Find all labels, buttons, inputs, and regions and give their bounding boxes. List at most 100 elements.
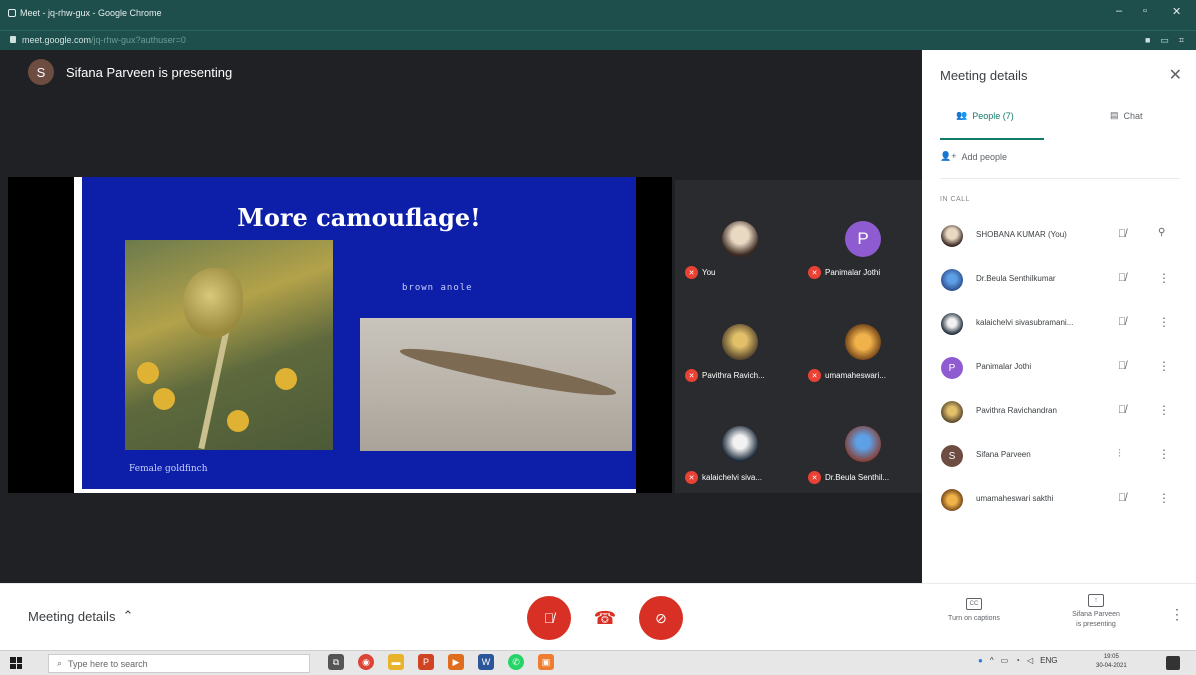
- participant-avatar: [941, 269, 963, 291]
- present-screen-icon: ↑: [1088, 594, 1104, 607]
- add-people-button[interactable]: 👤+ Add people: [940, 151, 1007, 162]
- participant-avatar: [722, 221, 758, 257]
- participant-row[interactable]: S Sifana Parveen ⫶ ⋮: [922, 438, 1196, 478]
- meeting-details-toggle[interactable]: Meeting details ⌃: [28, 608, 133, 624]
- language-indicator[interactable]: ENG: [1040, 656, 1057, 665]
- mic-off-icon: 🎙̸: [1118, 404, 1127, 416]
- url-text[interactable]: meet.google.com/jq-rhw-gux?authuser=0: [22, 35, 186, 45]
- participant-avatar: [722, 324, 758, 360]
- minimize-icon[interactable]: –: [1116, 5, 1122, 17]
- mic-off-icon: 🎙̸: [1118, 492, 1127, 504]
- participant-tile[interactable]: ✕ Pavithra Ravich...: [679, 316, 799, 416]
- participant-avatar: P: [845, 221, 881, 257]
- participant-name: SHOBANA KUMAR (You): [976, 230, 1067, 239]
- chrome-icon[interactable]: ◉: [358, 654, 374, 670]
- captions-button[interactable]: CC Turn on captions: [928, 598, 1020, 622]
- windows-start-icon[interactable]: [10, 657, 22, 669]
- tab-people[interactable]: 👥 People (7): [956, 110, 1014, 121]
- battery-icon[interactable]: ▭: [1001, 656, 1009, 665]
- close-window-icon[interactable]: ✕: [1172, 5, 1181, 18]
- more-options-icon[interactable]: ⋮: [1158, 271, 1170, 285]
- notification-icon[interactable]: [1166, 656, 1180, 670]
- participant-name: Dr.Beula Senthil...: [825, 473, 890, 482]
- word-icon[interactable]: W: [478, 654, 494, 670]
- more-options-icon[interactable]: ⋮: [1170, 606, 1184, 623]
- anole-caption: brown anole: [402, 283, 473, 293]
- volume-icon[interactable]: ◁: [1027, 656, 1033, 665]
- participant-avatar: S: [941, 445, 963, 467]
- browser-titlebar: Meet - jq-rhw-gux - Google Chrome – ▫ ✕: [0, 0, 1196, 30]
- maximize-icon[interactable]: ▫: [1143, 5, 1147, 17]
- participant-row[interactable]: kalaichelvi sivasubramani... 🎙̸ ⋮: [922, 306, 1196, 346]
- participant-row[interactable]: umamaheswari sakthi 🎙̸ ⋮: [922, 482, 1196, 522]
- more-options-icon[interactable]: ⋮: [1158, 403, 1170, 417]
- file-explorer-icon[interactable]: ▬: [388, 654, 404, 670]
- powerpoint-icon[interactable]: P: [418, 654, 434, 670]
- anole-photo: [360, 318, 632, 451]
- participant-avatar: [722, 426, 758, 462]
- address-bar[interactable]: meet.google.com/jq-rhw-gux?authuser=0 ■ …: [0, 30, 1196, 50]
- microphone-toggle-button[interactable]: 🎙̸: [527, 596, 571, 640]
- participant-name: Panimalar Jothi: [825, 268, 881, 277]
- participant-tile[interactable]: ✕ kalaichelvi siva...: [679, 418, 799, 518]
- mic-off-icon: ✕: [685, 266, 698, 279]
- participant-row[interactable]: Pavithra Ravichandran 🎙̸ ⋮: [922, 394, 1196, 434]
- participant-name: Panimalar Jothi: [976, 362, 1032, 371]
- extension-icon[interactable]: ⌗: [1179, 35, 1184, 46]
- search-icon: ⌕: [57, 658, 63, 668]
- presenting-status-button[interactable]: ↑ Sifana Parveen is presenting: [1054, 594, 1138, 630]
- chevron-up-icon: ⌃: [122, 608, 134, 623]
- participant-avatar: [845, 324, 881, 360]
- close-panel-icon[interactable]: ✕: [1169, 65, 1182, 85]
- participant-tile[interactable]: P ✕ Panimalar Jothi: [802, 213, 922, 313]
- mic-off-icon: ✕: [685, 369, 698, 382]
- participant-avatar: P: [941, 357, 963, 379]
- tab-chat[interactable]: ▤ Chat: [1110, 110, 1143, 121]
- mic-off-icon: 🎙̸: [1118, 228, 1127, 240]
- participant-tile[interactable]: ✕ umamaheswari...: [802, 316, 922, 416]
- taskbar-search-input[interactable]: ⌕ Type here to search: [48, 654, 310, 673]
- taskbar-clock[interactable]: 19:05 30-04-2021: [1096, 653, 1127, 671]
- mic-off-icon: 🎙̸: [1118, 360, 1127, 372]
- hang-up-icon: ☎: [593, 607, 617, 628]
- windows-taskbar: ⌕ Type here to search ⧉ ◉ ▬ P ▶ W ✆ ▣ ● …: [0, 650, 1196, 675]
- network-icon[interactable]: ◔: [1015, 656, 1020, 665]
- task-view-icon[interactable]: ⧉: [328, 654, 344, 670]
- participant-row[interactable]: SHOBANA KUMAR (You) 🎙̸ ⚲: [922, 218, 1196, 258]
- participant-name: kalaichelvi siva...: [702, 473, 763, 482]
- screen-icon[interactable]: ▭: [1160, 35, 1169, 46]
- camera-toggle-button[interactable]: ⊘: [639, 596, 683, 640]
- participant-name: Pavithra Ravich...: [702, 371, 765, 380]
- participant-row[interactable]: Dr.Beula Senthilkumar 🎙̸ ⋮: [922, 262, 1196, 302]
- people-tray-icon[interactable]: ●: [978, 656, 983, 665]
- more-options-icon[interactable]: ⋮: [1158, 359, 1170, 373]
- taskbar-apps: ⧉ ◉ ▬ P ▶ W ✆ ▣: [328, 654, 554, 670]
- participant-row[interactable]: P Panimalar Jothi 🎙̸ ⋮: [922, 350, 1196, 390]
- add-person-icon: 👤+: [940, 151, 957, 161]
- app-icon[interactable]: ▣: [538, 654, 554, 670]
- camera-off-icon: ⊘: [655, 609, 667, 626]
- goldfinch-photo: [125, 240, 333, 450]
- participant-avatar: [941, 313, 963, 335]
- participant-name: kalaichelvi sivasubramani...: [976, 318, 1074, 327]
- more-options-icon[interactable]: ⋮: [1158, 315, 1170, 329]
- chevron-up-icon[interactable]: ^: [990, 656, 994, 665]
- participant-tile[interactable]: ✕ You: [679, 213, 799, 313]
- participant-tile[interactable]: ✕ Dr.Beula Senthil...: [802, 418, 922, 518]
- leave-call-button[interactable]: ☎: [583, 596, 627, 640]
- camera-icon[interactable]: ■: [1145, 35, 1150, 46]
- whatsapp-icon[interactable]: ✆: [508, 654, 524, 670]
- media-app-icon[interactable]: ▶: [448, 654, 464, 670]
- window-title: Meet - jq-rhw-gux - Google Chrome: [20, 8, 162, 18]
- system-tray: ● ^ ▭ ◔ ◁ ENG: [978, 656, 1058, 665]
- more-options-icon[interactable]: ⋮: [1158, 491, 1170, 505]
- pin-icon[interactable]: ⚲: [1158, 227, 1165, 238]
- more-options-icon[interactable]: ⋮: [1158, 447, 1170, 461]
- participant-tiles: ✕ You P ✕ Panimalar Jothi ✕ Pavithra Ravich…: [675, 180, 922, 493]
- mic-off-icon: ✕: [808, 369, 821, 382]
- participant-name: Pavithra Ravichandran: [976, 406, 1057, 415]
- participant-name: umamaheswari...: [825, 371, 886, 380]
- presenter-avatar: S: [28, 59, 54, 85]
- participant-name: Sifana Parveen: [976, 450, 1031, 459]
- in-call-heading: IN CALL: [940, 196, 970, 203]
